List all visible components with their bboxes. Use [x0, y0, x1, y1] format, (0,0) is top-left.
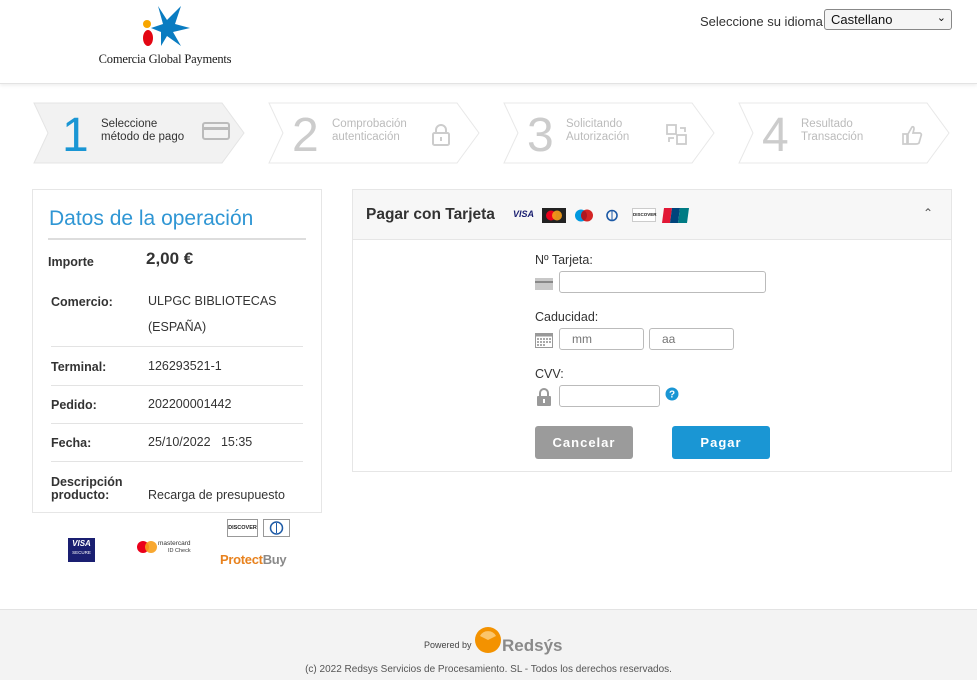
visa-secure-logo: VISA SECURE [68, 538, 95, 562]
row-value: 25/10/2022 15:35 [148, 435, 253, 449]
step-number: 1 [62, 109, 89, 162]
logo-text: Comercia Global Payments [98, 52, 232, 66]
step-label: Comprobación autenticación [332, 118, 407, 143]
amount-value: 2,00 € [146, 249, 194, 268]
redsys-logo: Redsýs [474, 626, 564, 658]
discover-logo: DISCOVER [227, 519, 258, 537]
row-value: ULPGC BIBLIOTECAS (ESPAÑA) [148, 294, 277, 334]
visa-icon: VISA [513, 209, 535, 219]
table-row: Fecha: 25/10/2022 15:35 [51, 424, 303, 462]
language-select[interactable]: Castellano ⌄ [824, 9, 952, 30]
footer: Powered by Redsýs (c) 2022 Redsys Servic… [0, 609, 977, 680]
lock-icon [537, 388, 551, 406]
diners-icon [606, 209, 618, 222]
card-number-label: Nº Tarjeta: [535, 253, 593, 267]
card-icon [202, 122, 230, 140]
diners-logo [263, 519, 290, 537]
unionpay-icon [662, 208, 689, 223]
discover-icon: DISCOVER [632, 208, 657, 222]
row-label: Descripción producto: [51, 475, 123, 502]
cancel-button[interactable]: Cancelar [535, 426, 633, 459]
amount-row: Importe 2,00 € [48, 248, 306, 278]
redsys-brand: Redsýs [502, 636, 563, 655]
redsys-sun-icon [475, 627, 501, 653]
row-label: Fecha: [51, 436, 92, 450]
header: Comercia Global Payments Seleccione su i… [0, 0, 977, 84]
chevron-up-icon[interactable]: ⌃ [923, 206, 933, 220]
chevron-down-icon: ⌄ [936, 12, 946, 24]
mastercard-icon [542, 208, 566, 223]
powered-by-text: Powered by [424, 640, 472, 650]
exchange-icon [666, 124, 687, 145]
card-icon [535, 278, 553, 290]
expiry-month-input[interactable] [559, 328, 644, 350]
lock-icon [432, 124, 450, 146]
maestro-icon [575, 209, 593, 222]
language-selected: Castellano [831, 12, 893, 27]
payment-panel-header[interactable]: Pagar con Tarjeta VISA DISCOVER ⌃ [353, 190, 951, 240]
expiry-year-input[interactable] [649, 328, 734, 350]
svg-text:?: ? [669, 390, 675, 401]
table-row: Pedido: 202200001442 [51, 386, 303, 424]
cvv-input[interactable] [559, 385, 660, 407]
payment-title: Pagar con Tarjeta [366, 206, 495, 223]
copyright-text: (c) 2022 Redsys Servicios de Procesamien… [305, 664, 672, 675]
step-label: Solicitando Autorización [566, 118, 630, 143]
step-3: 3 Solicitando Autorización [502, 102, 716, 164]
help-icon[interactable]: ? [665, 387, 679, 401]
expiry-label: Caducidad: [535, 310, 599, 324]
step-number: 4 [762, 109, 789, 162]
row-label: Pedido: [51, 398, 97, 412]
diners-icon [269, 521, 284, 535]
cvv-label: CVV: [535, 367, 564, 381]
star-logo-icon [143, 6, 190, 46]
secure-payment-logos: VISA SECURE mastercard ID Check DISCOVER… [60, 516, 310, 576]
language-label: Seleccione su idioma [700, 14, 823, 29]
step-label: Seleccione método de pago [101, 118, 185, 143]
mastercard-icon [137, 541, 157, 553]
row-value: 126293521-1 [148, 359, 222, 373]
thumbs-up-icon [902, 125, 923, 145]
row-label: Terminal: [51, 360, 107, 374]
table-row: Comercio: ULPGC BIBLIOTECAS (ESPAÑA) [51, 287, 303, 347]
step-4: 4 Resultado Transacción [737, 102, 951, 164]
pay-button[interactable]: Pagar [672, 426, 770, 459]
step-number: 2 [292, 109, 319, 162]
protectbuy-logo: ProtectBuy [220, 552, 287, 567]
calendar-icon [535, 333, 553, 348]
table-row: Terminal: 126293521-1 [51, 347, 303, 386]
step-1: 1 Seleccione método de pago [32, 102, 246, 164]
caixabank-logo: Comercia Global Payments [95, 2, 235, 68]
row-label: Comercio: [51, 295, 113, 309]
table-row: Descripción producto: Recarga de presupu… [51, 462, 303, 512]
divider [48, 238, 306, 240]
row-value: 202200001442 [148, 397, 232, 411]
payment-panel: Pagar con Tarjeta VISA DISCOVER ⌃ Nº Tar… [352, 189, 952, 472]
card-number-input[interactable] [559, 271, 766, 293]
mastercard-id-check-logo: mastercard ID Check [137, 540, 207, 560]
step-number: 3 [527, 109, 554, 162]
step-label: Resultado Transacción [801, 118, 864, 143]
amount-label: Importe [48, 255, 94, 269]
step-2: 2 Comprobación autenticación [267, 102, 481, 164]
row-value: Recarga de presupuesto [148, 488, 285, 502]
operation-panel: Datos de la operación Importe 2,00 € Com… [32, 189, 322, 513]
operation-title: Datos de la operación [49, 207, 254, 230]
